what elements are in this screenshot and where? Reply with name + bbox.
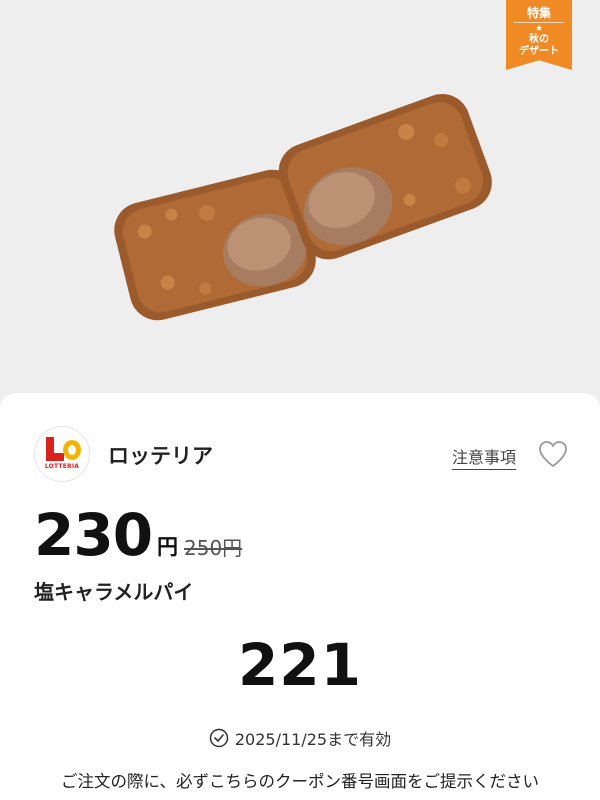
notes-link[interactable]: 注意事項 (452, 444, 517, 470)
product-name: 塩キャラメルパイ (34, 580, 194, 604)
product-image-area: 特集 ★ 秋の デザート (0, 0, 600, 395)
clock-icon (209, 728, 229, 748)
brand-name: ロッテリア (108, 444, 213, 468)
badge-label: 特集 (526, 6, 551, 20)
coupon-code: 221 (237, 631, 363, 699)
coupon-card: LOTTERIA ロッテリア 注意事項 230 円 250円 塩キャラメルパイ … (0, 393, 600, 800)
logo-mark (46, 437, 81, 461)
price-unit: 円 (157, 535, 178, 559)
usage-notice: ご注文の際に、必ずこちらのクーポン番号画面をご提示ください (60, 772, 539, 791)
badge-line2: デザート (519, 46, 559, 57)
original-price: 250円 (184, 536, 243, 560)
brand-logo: LOTTERIA (34, 426, 90, 482)
validity-row: 2025/11/25まで有効 (0, 726, 600, 750)
validity-text: 2025/11/25まで有効 (234, 730, 392, 749)
badge-star: ★ (514, 22, 564, 34)
logo-text: LOTTERIA (44, 463, 80, 470)
badge-line1: 秋の (529, 34, 549, 45)
current-price: 230 (34, 501, 153, 569)
heart-icon[interactable] (538, 440, 568, 468)
feature-badge[interactable]: 特集 ★ 秋の デザート (506, 0, 572, 70)
